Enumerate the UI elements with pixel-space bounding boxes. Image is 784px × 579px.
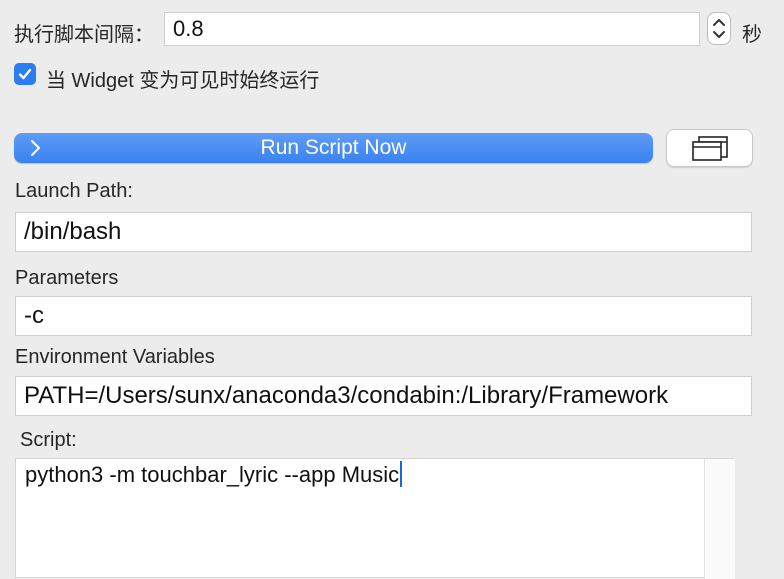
script-text-line: python3 -m touchbar_lyric --app Music (25, 461, 403, 488)
windows-icon (691, 136, 728, 161)
script-editor[interactable]: python3 -m touchbar_lyric --app Music (15, 458, 735, 579)
interval-stepper[interactable] (707, 12, 731, 45)
interval-field[interactable]: 0.8 (164, 12, 700, 46)
script-value: python3 -m touchbar_lyric --app Music (25, 462, 400, 487)
interval-label: 执行脚本间隔： (14, 24, 154, 46)
launch-path-field[interactable]: /bin/bash (15, 212, 752, 252)
chevron-right-icon (31, 140, 40, 156)
open-window-button[interactable] (666, 129, 753, 167)
parameters-label: Parameters (15, 267, 119, 289)
environment-value: PATH=/Users/sunx/anaconda3/condabin:/Lib… (24, 382, 669, 409)
script-label: Script: (20, 429, 77, 451)
launch-path-value: /bin/bash (24, 218, 122, 245)
checkmark-icon (18, 68, 32, 80)
environment-field[interactable]: PATH=/Users/sunx/anaconda3/condabin:/Lib… (15, 376, 752, 416)
parameters-field[interactable]: -c (15, 296, 752, 336)
run-on-visible-label[interactable]: 当 Widget 变为可见时始终运行 (46, 64, 319, 93)
run-script-now-button[interactable]: Run Script Now (14, 133, 653, 163)
text-caret (400, 461, 403, 487)
script-scrollbar[interactable] (704, 459, 735, 579)
environment-label: Environment Variables (15, 346, 215, 368)
stepper-arrows-icon (713, 19, 725, 38)
run-on-visible-checkbox[interactable] (14, 63, 36, 85)
parameters-value: -c (24, 302, 44, 329)
interval-value: 0.8 (173, 16, 204, 41)
run-script-now-label: Run Script Now (260, 136, 407, 159)
launch-path-label: Launch Path: (15, 180, 133, 202)
interval-unit: 秒 (742, 24, 762, 46)
